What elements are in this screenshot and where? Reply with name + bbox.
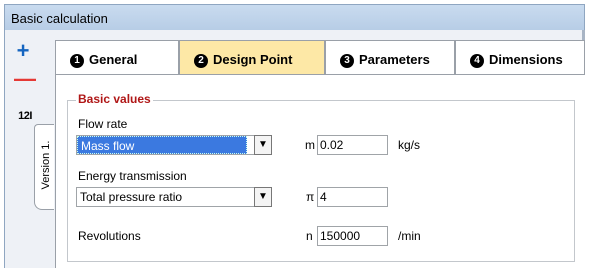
energy-transmission-label: Energy transmission: [78, 169, 187, 183]
number-icon: 2: [194, 54, 208, 68]
plus-icon[interactable]: +: [14, 40, 32, 62]
window-titlebar: Basic calculation: [4, 4, 585, 30]
tab-design-point[interactable]: 2 Design Point: [179, 40, 325, 74]
mass-flow-unit: kg/s: [398, 138, 421, 152]
tab-parameters[interactable]: 3 Parameters: [325, 40, 455, 74]
revolutions-symbol: n: [306, 229, 313, 243]
tab-label: Design Point: [213, 52, 293, 67]
number-icon: 1: [70, 54, 84, 68]
flow-rate-select[interactable]: Mass flow ▼: [76, 135, 272, 155]
flow-rate-label: Flow rate: [78, 117, 128, 131]
version-tab-label: Version 1.: [40, 140, 52, 190]
tab-dimensions[interactable]: 4 Dimensions: [455, 40, 585, 74]
pressure-ratio-input[interactable]: 4: [317, 187, 388, 207]
tab-label: Parameters: [359, 52, 430, 67]
energy-transmission-select[interactable]: Total pressure ratio ▼: [76, 187, 272, 207]
group-legend: Basic values: [76, 92, 153, 106]
tab-label: General: [89, 52, 138, 67]
numbering-icon[interactable]: 12I: [12, 107, 38, 125]
tab-label: Dimensions: [489, 52, 563, 67]
mass-flow-symbol: m: [305, 138, 315, 152]
revolutions-label: Revolutions: [78, 229, 141, 243]
tab-general[interactable]: 1 General: [55, 40, 179, 74]
version-tab[interactable]: Version 1.: [34, 124, 54, 210]
number-icon: 4: [470, 54, 484, 68]
chevron-down-icon[interactable]: ▼: [254, 135, 272, 155]
chevron-down-icon[interactable]: ▼: [254, 187, 272, 207]
revolutions-input[interactable]: 150000: [317, 226, 388, 246]
minus-icon[interactable]: —: [14, 68, 36, 90]
mass-flow-input[interactable]: 0.02: [317, 135, 388, 155]
revolutions-unit: /min: [398, 229, 421, 243]
window-title: Basic calculation: [11, 11, 108, 26]
flow-rate-selected: Mass flow: [77, 136, 247, 154]
energy-transmission-selected: Total pressure ratio: [80, 190, 183, 204]
number-icon: 3: [340, 54, 354, 68]
pressure-ratio-symbol: π: [306, 190, 315, 204]
